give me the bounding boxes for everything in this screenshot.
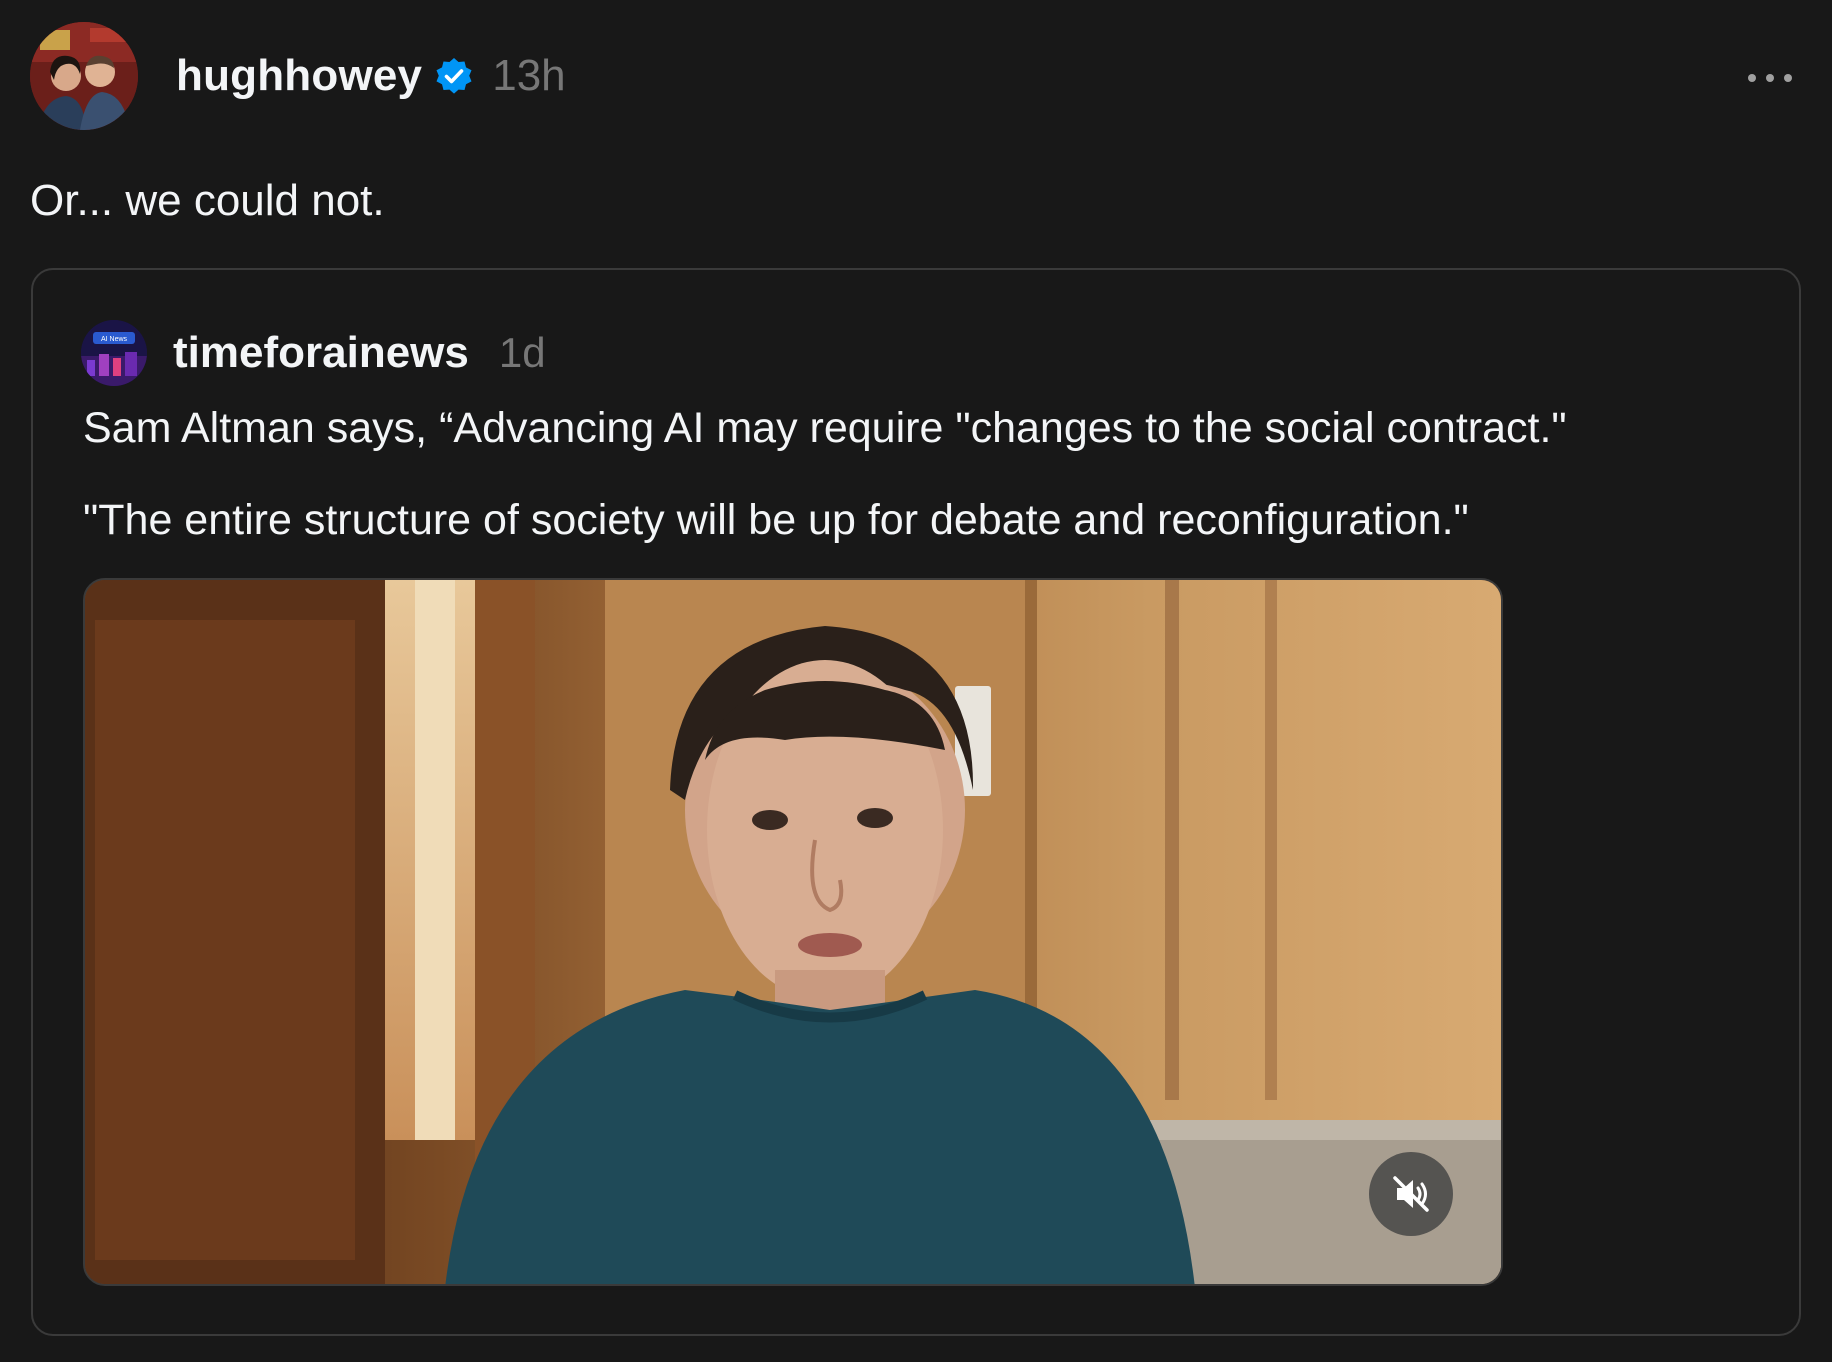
quoted-post-text-line: Sam Altman says, “Advancing AI may requi… bbox=[83, 404, 1567, 452]
quoted-post-header: AI News timeforainews 1d bbox=[81, 320, 546, 386]
quoted-author-username[interactable]: timeforainews bbox=[173, 328, 469, 378]
quoted-author-avatar[interactable]: AI News bbox=[81, 320, 147, 386]
video-player[interactable] bbox=[83, 578, 1503, 1286]
author-avatar[interactable] bbox=[30, 22, 138, 130]
ai-news-logo-text: AI News bbox=[101, 336, 128, 343]
mute-toggle-button[interactable] bbox=[1369, 1152, 1453, 1236]
post-header: hughhowey 13h bbox=[30, 22, 566, 130]
verified-badge-icon bbox=[434, 56, 474, 96]
quoted-post-timestamp[interactable]: 1d bbox=[499, 329, 546, 377]
post-caption: Or... we could not. bbox=[30, 176, 385, 225]
more-options-icon[interactable] bbox=[1748, 62, 1792, 94]
ai-news-logo-icon: AI News bbox=[81, 320, 147, 386]
more-dot bbox=[1766, 74, 1774, 82]
video-frame bbox=[85, 580, 1501, 1284]
speaker-muted-icon bbox=[1393, 1176, 1429, 1212]
post-timestamp[interactable]: 13h bbox=[492, 51, 565, 101]
author-username[interactable]: hughhowey bbox=[176, 51, 422, 101]
post: hughhowey 13h Or... we could not. AI New… bbox=[0, 0, 1832, 1362]
quoted-post[interactable]: AI News timeforainews 1d Sam Altman says… bbox=[31, 268, 1801, 1336]
quoted-post-text-line: "The entire structure of society will be… bbox=[83, 496, 1469, 544]
avatar-photo bbox=[30, 22, 138, 130]
more-dot bbox=[1748, 74, 1756, 82]
more-dot bbox=[1784, 74, 1792, 82]
